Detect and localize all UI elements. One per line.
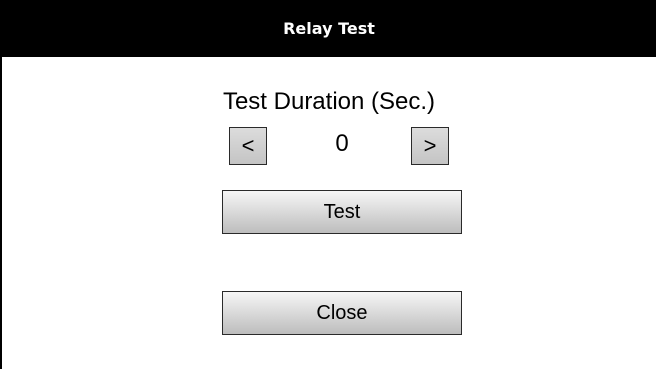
relay-test-dialog: Relay Test Test Duration (Sec.) < 0 > Te… [0, 0, 656, 369]
test-duration-label: Test Duration (Sec.) [222, 88, 436, 115]
test-duration-value: 0 [335, 130, 349, 157]
increment-button[interactable]: > [411, 127, 449, 165]
title-bar: Relay Test [2, 0, 656, 57]
test-button[interactable]: Test [222, 190, 462, 234]
decrement-button[interactable]: < [229, 127, 267, 165]
close-button[interactable]: Close [222, 291, 462, 335]
window-title: Relay Test [283, 19, 375, 38]
